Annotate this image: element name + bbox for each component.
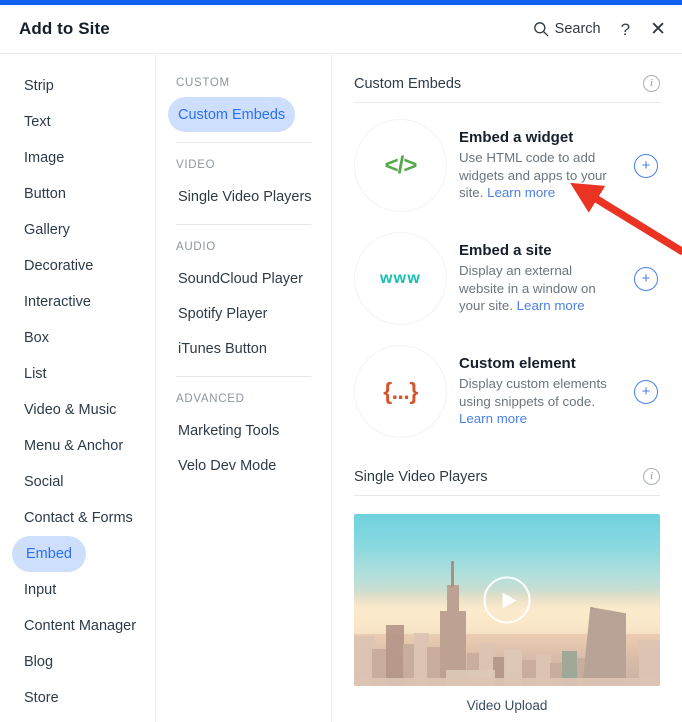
sidebar-item-blog[interactable]: Blog: [12, 644, 63, 680]
add-to-site-panel: Add to Site Search ? ✕ Strip Text Image …: [0, 0, 682, 722]
close-button[interactable]: ✕: [650, 20, 666, 39]
sidebar-item-store[interactable]: Store: [12, 680, 69, 716]
sidebar-item-video-music[interactable]: Video & Music: [12, 392, 126, 428]
subcategory-group-advanced: ADVANCED Marketing Tools Velo Dev Mode: [156, 387, 331, 483]
glass-tower: [582, 607, 627, 686]
embed-text-block: Embed a site Display an external website…: [447, 242, 623, 315]
sidebar-item-menu-anchor[interactable]: Menu & Anchor: [12, 428, 133, 464]
sidebar-item-button[interactable]: Button: [12, 176, 76, 212]
subcategory-item-soundcloud-player[interactable]: SoundCloud Player: [168, 261, 313, 296]
add-widget-button[interactable]: +: [634, 153, 658, 178]
embed-thumbnail: {...}: [354, 345, 447, 438]
sidebar-item-input[interactable]: Input: [12, 572, 66, 608]
embed-text-block: Embed a widget Use HTML code to add widg…: [447, 129, 623, 202]
embed-title: Embed a widget: [459, 129, 574, 147]
subcategory-item-custom-embeds[interactable]: Custom Embeds: [168, 97, 296, 132]
video-upload-card[interactable]: Video Upload: [354, 514, 660, 713]
learn-more-link[interactable]: Learn more: [459, 411, 527, 426]
sidebar-item-image[interactable]: Image: [12, 140, 74, 176]
sidebar-item-list[interactable]: List: [12, 356, 57, 392]
list-item-embed-a-site[interactable]: www Embed a site Display an external web…: [354, 222, 660, 335]
www-icon: www: [380, 269, 421, 287]
section-title-custom-embeds: Custom Embeds: [354, 75, 462, 92]
sidebar-item-decorative[interactable]: Decorative: [12, 248, 103, 284]
embed-text-block: Custom element Display custom elements u…: [447, 355, 623, 428]
single-video-players-section-header: Single Video Players i: [354, 448, 660, 496]
embed-description: Use HTML code to add widgets and apps to…: [459, 149, 617, 202]
info-icon[interactable]: i: [643, 75, 660, 92]
sidebar-item-social[interactable]: Social: [12, 464, 74, 500]
add-custom-element-button[interactable]: +: [634, 379, 658, 404]
learn-more-link[interactable]: Learn more: [517, 298, 585, 313]
custom-embeds-section-header: Custom Embeds i: [354, 55, 660, 103]
search-label: Search: [554, 21, 601, 37]
section-title-single-video-players: Single Video Players: [354, 468, 488, 485]
panel-body: Strip Text Image Button Gallery Decorati…: [0, 55, 682, 722]
sidebar-item-contact-forms[interactable]: Contact & Forms: [12, 500, 143, 536]
header-actions: Search ? ✕: [533, 20, 666, 39]
search-button[interactable]: Search: [533, 21, 601, 37]
subcategory-heading-audio: AUDIO: [176, 241, 216, 253]
sidebar-item-strip[interactable]: Strip: [12, 68, 64, 104]
sidebar-item-gallery[interactable]: Gallery: [12, 212, 80, 248]
subcategory-group-video: VIDEO Single Video Players: [156, 153, 331, 214]
subcategory-divider-2: [176, 224, 311, 225]
add-site-button[interactable]: +: [634, 266, 658, 291]
sidebar-item-bookings[interactable]: Bookings: [12, 716, 94, 722]
video-thumbnail[interactable]: [354, 514, 660, 686]
sidebar-item-content-manager[interactable]: Content Manager: [12, 608, 146, 644]
learn-more-link[interactable]: Learn more: [487, 185, 555, 200]
search-icon: [533, 21, 549, 37]
embed-description-text: Display custom elements using snippets o…: [459, 376, 607, 409]
embed-description: Display an external website in a window …: [459, 262, 617, 315]
subcategory-sidebar: CUSTOM Custom Embeds VIDEO Single Video …: [156, 55, 332, 722]
embed-title: Embed a site: [459, 242, 552, 260]
code-icon: </>: [384, 151, 418, 179]
subcategory-divider-3: [176, 376, 311, 377]
subcategory-heading-advanced: ADVANCED: [176, 393, 245, 405]
sidebar-item-text[interactable]: Text: [12, 104, 61, 140]
subcategory-item-single-video-players[interactable]: Single Video Players: [168, 179, 322, 214]
custom-embeds-list: </> Embed a widget Use HTML code to add …: [354, 103, 660, 448]
play-triangle-icon: [502, 592, 516, 608]
subcategory-item-marketing-tools[interactable]: Marketing Tools: [168, 413, 289, 448]
video-section: Video Upload: [354, 496, 660, 713]
embed-thumbnail: www: [354, 232, 447, 325]
curly-braces-icon: {...}: [383, 378, 418, 404]
sidebar-item-embed[interactable]: Embed: [12, 536, 86, 572]
info-icon[interactable]: i: [643, 468, 660, 485]
subcategory-group-audio: AUDIO SoundCloud Player Spotify Player i…: [156, 235, 331, 366]
subcategory-heading-video: VIDEO: [176, 159, 216, 171]
subcategory-divider-1: [176, 142, 311, 143]
video-caption: Video Upload: [466, 698, 548, 713]
subcategory-item-velo-dev-mode[interactable]: Velo Dev Mode: [168, 448, 286, 483]
sidebar-item-interactive[interactable]: Interactive: [12, 284, 101, 320]
embed-title: Custom element: [459, 355, 576, 373]
help-button[interactable]: ?: [619, 21, 632, 38]
panel-header: Add to Site Search ? ✕: [0, 5, 682, 54]
subcategory-item-spotify-player[interactable]: Spotify Player: [168, 296, 277, 331]
category-sidebar: Strip Text Image Button Gallery Decorati…: [0, 55, 156, 722]
sidebar-item-box[interactable]: Box: [12, 320, 59, 356]
embed-description: Display custom elements using snippets o…: [459, 375, 617, 428]
subcategory-heading-custom: CUSTOM: [176, 77, 230, 89]
content-panel: Custom Embeds i </> Embed a widget Use H…: [332, 55, 682, 722]
page-title: Add to Site: [19, 19, 110, 38]
list-item-embed-a-widget[interactable]: </> Embed a widget Use HTML code to add …: [354, 109, 660, 222]
embed-thumbnail: </>: [354, 119, 447, 212]
play-button[interactable]: [483, 576, 531, 624]
subcategory-group-custom: CUSTOM Custom Embeds: [156, 71, 331, 132]
subcategory-item-itunes-button[interactable]: iTunes Button: [168, 331, 277, 366]
list-item-custom-element[interactable]: {...} Custom element Display custom elem…: [354, 335, 660, 448]
